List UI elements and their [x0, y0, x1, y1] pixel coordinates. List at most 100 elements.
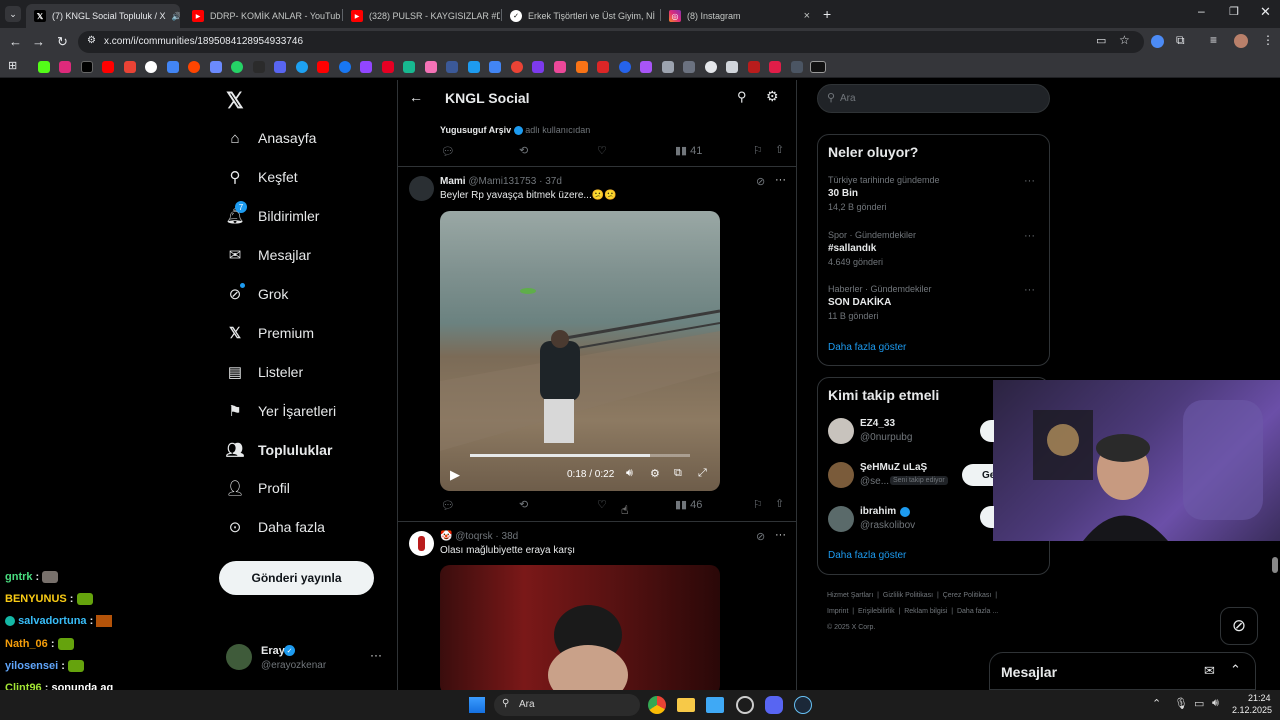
back-icon[interactable]: ← [9, 34, 22, 49]
chrome-icon[interactable] [648, 696, 666, 714]
views-icon[interactable]: ▮▮ 46 [675, 498, 702, 511]
youtube-icon[interactable] [317, 61, 329, 73]
x-logo-icon[interactable]: 𝕏 [226, 88, 244, 114]
repost-icon[interactable]: ⟲ [519, 144, 528, 157]
nav-bookmarks[interactable]: ⚑ Yer İşaretleri [226, 402, 336, 420]
browser-tab-1[interactable]: ▶ DDRP- KOMİK ANLAR - YouTube × [184, 4, 340, 28]
bookmark-icon[interactable] [748, 61, 760, 73]
bookmark-icon[interactable] [296, 61, 308, 73]
menu-icon[interactable]: ⋮ [1262, 33, 1274, 47]
new-message-icon[interactable]: ✉ [1204, 663, 1215, 679]
cast-icon[interactable]: ▭ [1096, 34, 1106, 47]
bookmark-icon[interactable] [597, 61, 609, 73]
photos-icon[interactable] [706, 697, 724, 713]
nav-communities[interactable]: 👥︎ Topluluklar [225, 441, 332, 459]
forward-icon[interactable]: → [32, 34, 45, 49]
reload-icon[interactable]: ↻ [57, 34, 68, 50]
trend-item[interactable]: Spor · Gündemdekiler #sallandık 4.649 gö… [828, 230, 1042, 267]
twitch-icon[interactable] [360, 61, 372, 73]
grok-icon[interactable]: ⊘ [756, 530, 765, 543]
bookmark-icon[interactable] [274, 61, 286, 73]
youtube-icon[interactable] [102, 61, 114, 73]
google-icon[interactable] [145, 61, 157, 73]
nav-profile[interactable]: 👤︎ Profil [225, 479, 289, 497]
bookmark-icon[interactable] [662, 61, 674, 73]
nav-notifications[interactable]: 🔔︎ 7 Bildirimler [225, 201, 319, 225]
gear-icon[interactable]: ⚙ [766, 88, 779, 105]
tab-search-button[interactable]: ⌄ [5, 6, 21, 22]
star-icon[interactable]: ☆ [1119, 33, 1130, 47]
minimize-icon[interactable]: – [1198, 4, 1205, 18]
x-icon[interactable] [81, 61, 93, 73]
browser-tab-0[interactable]: 𝕏 (7) KNGL Social Topluluk / X 🔊 × [26, 4, 180, 28]
nav-messages[interactable]: ✉ Mesajlar [226, 246, 311, 264]
nav-premium[interactable]: 𝕏 Premium [226, 324, 314, 342]
show-more-follow-link[interactable]: Daha fazla göster [828, 550, 906, 561]
network-icon[interactable]: ▭ [1194, 697, 1204, 710]
file-explorer-icon[interactable] [677, 698, 695, 712]
more-icon[interactable]: ··· [775, 174, 786, 186]
apps-icon[interactable]: ⊞ [8, 59, 17, 72]
media-icon[interactable]: ≡ [1210, 33, 1217, 47]
bookmark-icon[interactable] [791, 61, 803, 73]
whatsapp-icon[interactable] [231, 61, 243, 73]
repost-icon[interactable]: ⟲ [519, 498, 528, 511]
address-bar[interactable]: ⚙ x.com/i/communities/189508412895493374… [78, 31, 1144, 53]
clock-date[interactable]: 2.12.2025 [1232, 705, 1272, 715]
volume-icon[interactable]: 🔊︎ [1212, 697, 1219, 710]
grok-float-button[interactable]: ⊘ [1220, 607, 1258, 645]
bookmark-icon[interactable] [511, 61, 523, 73]
show-more-trends-link[interactable]: Daha fazla göster [828, 342, 906, 353]
windows-start-icon[interactable] [469, 697, 485, 713]
chevron-up-icon[interactable]: ⌃ [1230, 662, 1241, 678]
facebook-icon[interactable] [339, 61, 351, 73]
more-icon[interactable]: ··· [775, 529, 786, 541]
bookmark-icon[interactable] [468, 61, 480, 73]
bookmark-icon[interactable] [810, 61, 826, 73]
search-icon[interactable]: ⚲ [737, 89, 747, 105]
grok-icon[interactable]: ⊘ [756, 175, 765, 188]
bookmark-icon[interactable] [683, 61, 695, 73]
browser-tab-3[interactable]: ✓ Erkek Tişörtleri ve Üst Giyim, Nİ × [502, 4, 659, 28]
bookmark-icon[interactable] [210, 61, 222, 73]
close-tab-icon[interactable]: × [804, 10, 810, 22]
app-icon[interactable] [736, 696, 754, 714]
trend-item[interactable]: Haberler · Gündemdekiler SON DAKİKA 11 B… [828, 284, 1042, 321]
video-progress-track[interactable] [470, 454, 690, 457]
bookmark-icon[interactable] [576, 61, 588, 73]
bookmark-icon[interactable] [619, 61, 631, 73]
fullscreen-icon[interactable]: ⤢ [698, 467, 707, 480]
back-arrow-icon[interactable]: ← [409, 89, 423, 105]
reply-icon[interactable]: 💬︎ [441, 145, 455, 158]
scrollbar[interactable] [1272, 557, 1278, 573]
close-window-icon[interactable]: ✕ [1260, 4, 1271, 20]
nav-more[interactable]: ⊙ Daha fazla [226, 518, 325, 536]
kick-icon[interactable] [38, 61, 50, 73]
avatar[interactable] [409, 531, 434, 556]
reddit-icon[interactable] [188, 61, 200, 73]
extension-icon[interactable] [1151, 35, 1164, 48]
pip-icon[interactable]: ⧉ [674, 467, 682, 480]
share-icon[interactable]: ⇧ [775, 497, 784, 510]
gmail-icon[interactable] [124, 61, 136, 73]
footer-link[interactable]: Imprint [827, 608, 848, 615]
nav-grok[interactable]: ⊘ Grok [226, 283, 288, 303]
browser-tab-2[interactable]: ▶ (328) PULSR - KAYGISIZLAR #D × [343, 4, 500, 28]
footer-link[interactable]: Hizmet Şartları [827, 592, 873, 599]
taskbar-search[interactable]: ⚲ Ara [494, 694, 640, 716]
bookmark-icon[interactable] [726, 61, 738, 73]
footer-link[interactable]: Daha fazla ... [957, 608, 998, 615]
bookmark-icon[interactable] [382, 61, 394, 73]
nav-explore[interactable]: ⚲ Keşfet [226, 168, 298, 186]
like-icon[interactable]: ♡ [597, 144, 607, 157]
settings-icon[interactable]: ⚙ [650, 467, 660, 480]
bookmark-icon[interactable] [425, 61, 437, 73]
bookmark-icon[interactable] [532, 61, 544, 73]
reply-icon[interactable]: 💬︎ [441, 499, 455, 512]
footer-link[interactable]: Çerez Politikası [943, 592, 992, 599]
video-player[interactable] [440, 565, 720, 690]
messages-drawer[interactable]: Mesajlar ✉ ⌃ [989, 652, 1256, 690]
more-icon[interactable]: ··· [1024, 175, 1035, 187]
bookmark-icon[interactable] [705, 61, 717, 73]
puzzle-icon[interactable]: ⧉ [1176, 33, 1185, 48]
